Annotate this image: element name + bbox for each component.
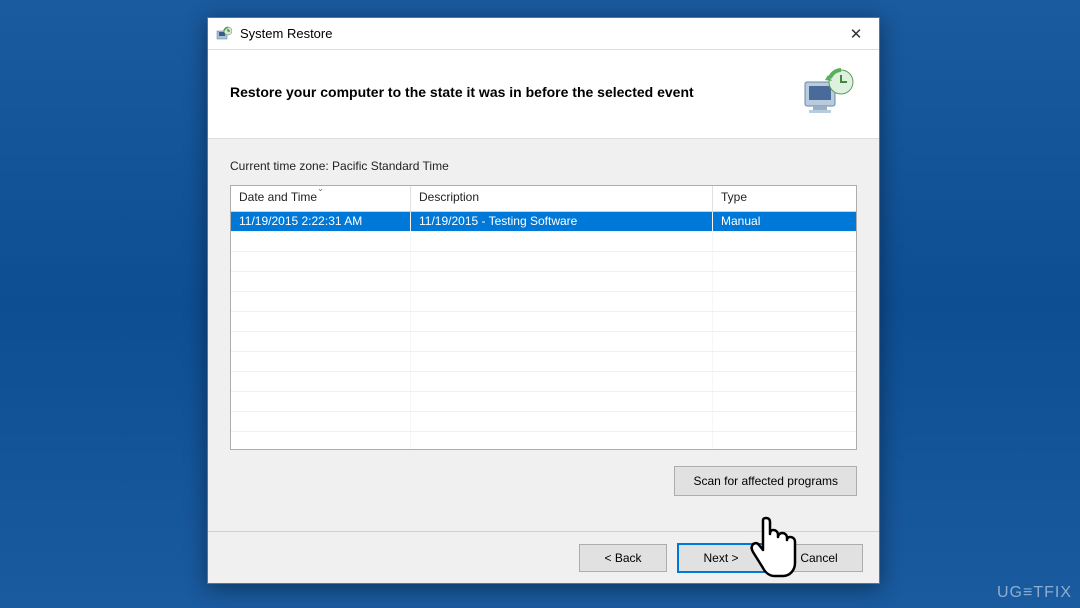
titlebar: System Restore ✕ <box>208 18 879 50</box>
system-restore-large-icon <box>801 68 857 116</box>
table-row[interactable] <box>231 252 856 272</box>
table-row[interactable] <box>231 392 856 412</box>
column-date-time-label: Date and Time <box>239 190 317 204</box>
watermark: UG≡TFIX <box>997 584 1072 602</box>
system-restore-dialog: System Restore ✕ Restore your computer t… <box>207 17 880 584</box>
cell-description: 11/19/2015 - Testing Software <box>411 212 713 231</box>
column-type[interactable]: Type <box>713 186 856 211</box>
column-date-time[interactable]: ⌄ Date and Time <box>231 186 411 211</box>
table-row[interactable] <box>231 432 856 450</box>
close-button[interactable]: ✕ <box>833 18 879 50</box>
column-description[interactable]: Description <box>411 186 713 211</box>
cell-type: Manual <box>713 212 856 231</box>
column-type-label: Type <box>721 190 747 204</box>
back-button[interactable]: < Back <box>579 544 667 572</box>
table-header: ⌄ Date and Time Description Type <box>231 186 856 212</box>
column-description-label: Description <box>419 190 479 204</box>
dialog-header: Restore your computer to the state it wa… <box>208 50 879 139</box>
table-row[interactable]: 11/19/2015 2:22:31 AM 11/19/2015 - Testi… <box>231 212 856 232</box>
table-row[interactable] <box>231 312 856 332</box>
next-button[interactable]: Next > <box>677 543 765 573</box>
sort-descending-icon: ⌄ <box>317 185 324 193</box>
table-body: 11/19/2015 2:22:31 AM 11/19/2015 - Testi… <box>231 212 856 450</box>
dialog-content: Current time zone: Pacific Standard Time… <box>208 139 879 506</box>
system-restore-icon <box>216 26 232 42</box>
window-title: System Restore <box>240 26 833 41</box>
table-row[interactable] <box>231 232 856 252</box>
cell-date: 11/19/2015 2:22:31 AM <box>231 212 411 231</box>
dialog-footer: < Back Next > Cancel <box>208 531 879 583</box>
scan-row: Scan for affected programs <box>230 466 857 496</box>
cancel-button[interactable]: Cancel <box>775 544 863 572</box>
restore-points-table: ⌄ Date and Time Description Type 11/19/2… <box>230 185 857 450</box>
table-row[interactable] <box>231 332 856 352</box>
timezone-label: Current time zone: Pacific Standard Time <box>230 159 857 173</box>
table-row[interactable] <box>231 292 856 312</box>
table-row[interactable] <box>231 412 856 432</box>
table-row[interactable] <box>231 272 856 292</box>
table-row[interactable] <box>231 372 856 392</box>
table-row[interactable] <box>231 352 856 372</box>
scan-affected-programs-button[interactable]: Scan for affected programs <box>674 466 857 496</box>
dialog-heading: Restore your computer to the state it wa… <box>230 84 694 100</box>
